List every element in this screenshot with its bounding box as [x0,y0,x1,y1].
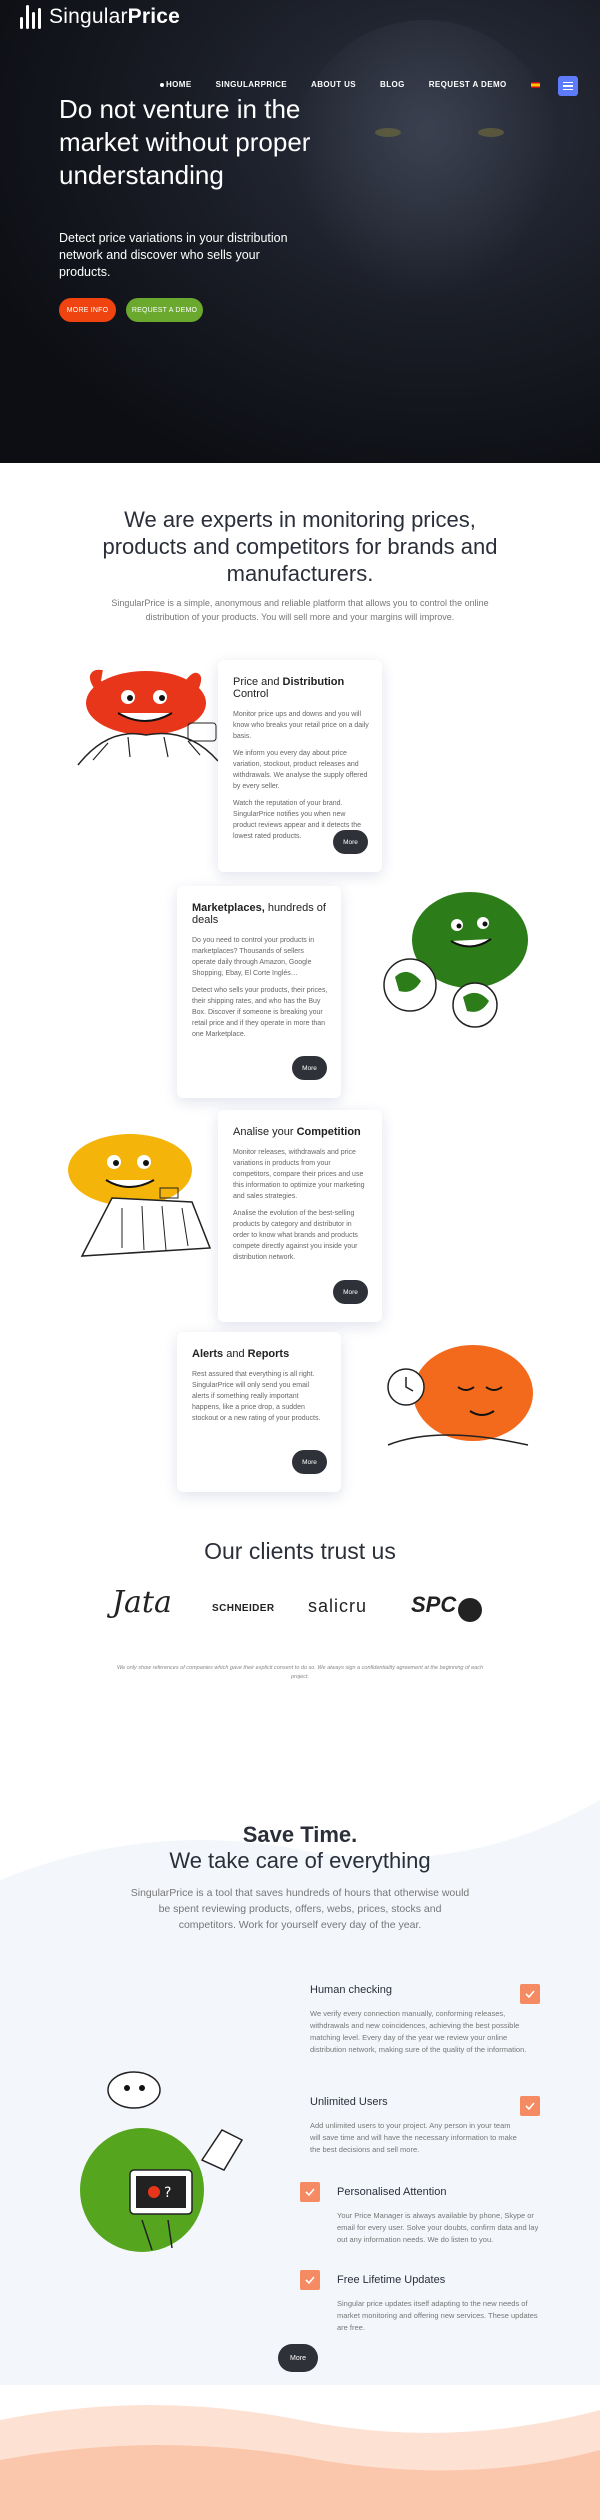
logo-text: SingularPrice [49,5,181,28]
orange-monster-illustration [387,1345,533,1446]
feature-title: Personalised Attention [337,2186,447,2198]
spc-symbol-icon [458,1598,482,1622]
site-logo[interactable]: SingularPrice [20,5,180,29]
client-logo-spc: SPC [411,1592,457,1617]
card-text: Monitor price ups and downs and you will… [233,711,369,740]
save-more-button[interactable]: More [278,2344,318,2372]
experts-title: We are experts in monitoring prices, pro… [102,507,498,586]
nav-request-demo[interactable]: REQUEST A DEMO [429,80,507,89]
client-logo-jata: Jata [112,1585,172,1620]
hero-title: Do not venture in the market without pro… [59,94,311,190]
nav-home[interactable]: HOME [160,80,192,89]
spanish-flag-icon[interactable] [530,81,540,88]
footer-wave [0,2405,600,2520]
hero-section: SingularPrice HOME SINGULARPRICE ABOUT U… [0,0,600,463]
card-text: Do you need to control your products in … [192,937,315,977]
card-title: Marketplaces, hundreds of deals [192,902,326,926]
green-monster-computer-illustration: ? [80,2071,244,2252]
clients-title: Our clients trust us [204,1538,396,1564]
card-text: Rest assured that everything is all righ… [192,1371,321,1422]
card-text: We inform you every day about price vari… [233,750,368,790]
price-distribution-card: Price and Distribution Control Monitor p… [218,660,382,872]
card-text: Detect who sells your products, their pr… [192,987,328,1038]
more-info-button[interactable]: MORE INFO [59,298,116,322]
card-title: Alerts and Reports [192,1348,290,1360]
card-more-button[interactable]: More [292,1056,327,1080]
card-text: Monitor releases, withdrawals and price … [233,1149,365,1200]
cat-eye-right [478,128,504,137]
clients-disclaimer: We only show references of companies whi… [116,1665,484,1680]
check-icon [300,2182,320,2202]
card-more-button[interactable]: More [333,1280,368,1304]
feature-human-checking: Human checking We verify every connectio… [310,1984,540,2056]
card-text: Analise the evolution of the best-sellin… [233,1210,358,1261]
client-logo-salicru: salicru [308,1596,368,1616]
cat-background-image [290,20,560,300]
marketplaces-card: Marketplaces, hundreds of deals Do you n… [177,886,341,1098]
green-monster-illustration [383,892,528,1028]
check-icon [520,1984,540,2004]
save-time-title: Save Time. [242,1822,358,1847]
card-more-button[interactable]: More [333,830,368,854]
feature-title: Unlimited Users [310,2096,388,2108]
save-time-description: SingularPrice is a tool that saves hundr… [130,1887,470,1931]
card-more-button[interactable]: More [292,1450,327,1474]
feature-text: Add unlimited users to your project. Any… [310,2121,517,2154]
nav-singularprice[interactable]: SINGULARPRICE [216,80,287,89]
check-icon [300,2270,320,2290]
alerts-reports-card: Alerts and Reports Rest assured that eve… [177,1332,341,1492]
nav-about-us[interactable]: ABOUT US [311,80,356,89]
client-logo-schneider: SCHNEIDER [212,1603,275,1614]
competition-card: Analise your Competition Monitor release… [218,1110,382,1322]
logo-bars-icon [20,5,41,29]
nav-blog[interactable]: BLOG [380,80,405,89]
feature-free-updates: Free Lifetime Updates Singular price upd… [337,2274,547,2334]
active-dot-icon [160,82,164,87]
request-demo-button[interactable]: REQUEST A DEMO [126,298,203,322]
feature-title: Free Lifetime Updates [337,2274,446,2286]
red-monster-illustration [77,669,219,766]
feature-text: We verify every connection manually, con… [310,2009,527,2054]
feature-title: Human checking [310,1984,392,1996]
hamburger-menu-button[interactable] [558,76,578,96]
experts-subtitle: SingularPrice is a simple, anonymous and… [111,598,489,622]
card-title: Analise your Competition [233,1126,361,1138]
feature-unlimited-users: Unlimited Users Add unlimited users to y… [310,2096,520,2156]
cat-eye-left [375,128,401,137]
check-icon [520,2096,540,2116]
hero-subtitle: Detect price variations in your distribu… [59,231,288,279]
feature-text: Your Price Manager is always available b… [337,2211,539,2244]
save-time-subtitle-heading: We take care of everything [169,1848,431,1873]
yellow-monster-illustration [68,1134,212,1257]
main-nav: HOME SINGULARPRICE ABOUT US BLOG REQUEST… [160,80,573,89]
feature-text: Singular price updates itself adapting t… [337,2299,538,2332]
card-title: Price and Distribution Control [233,676,345,700]
svg-text:?: ? [164,2185,171,2201]
feature-personalised-attention: Personalised Attention Your Price Manage… [337,2186,547,2246]
